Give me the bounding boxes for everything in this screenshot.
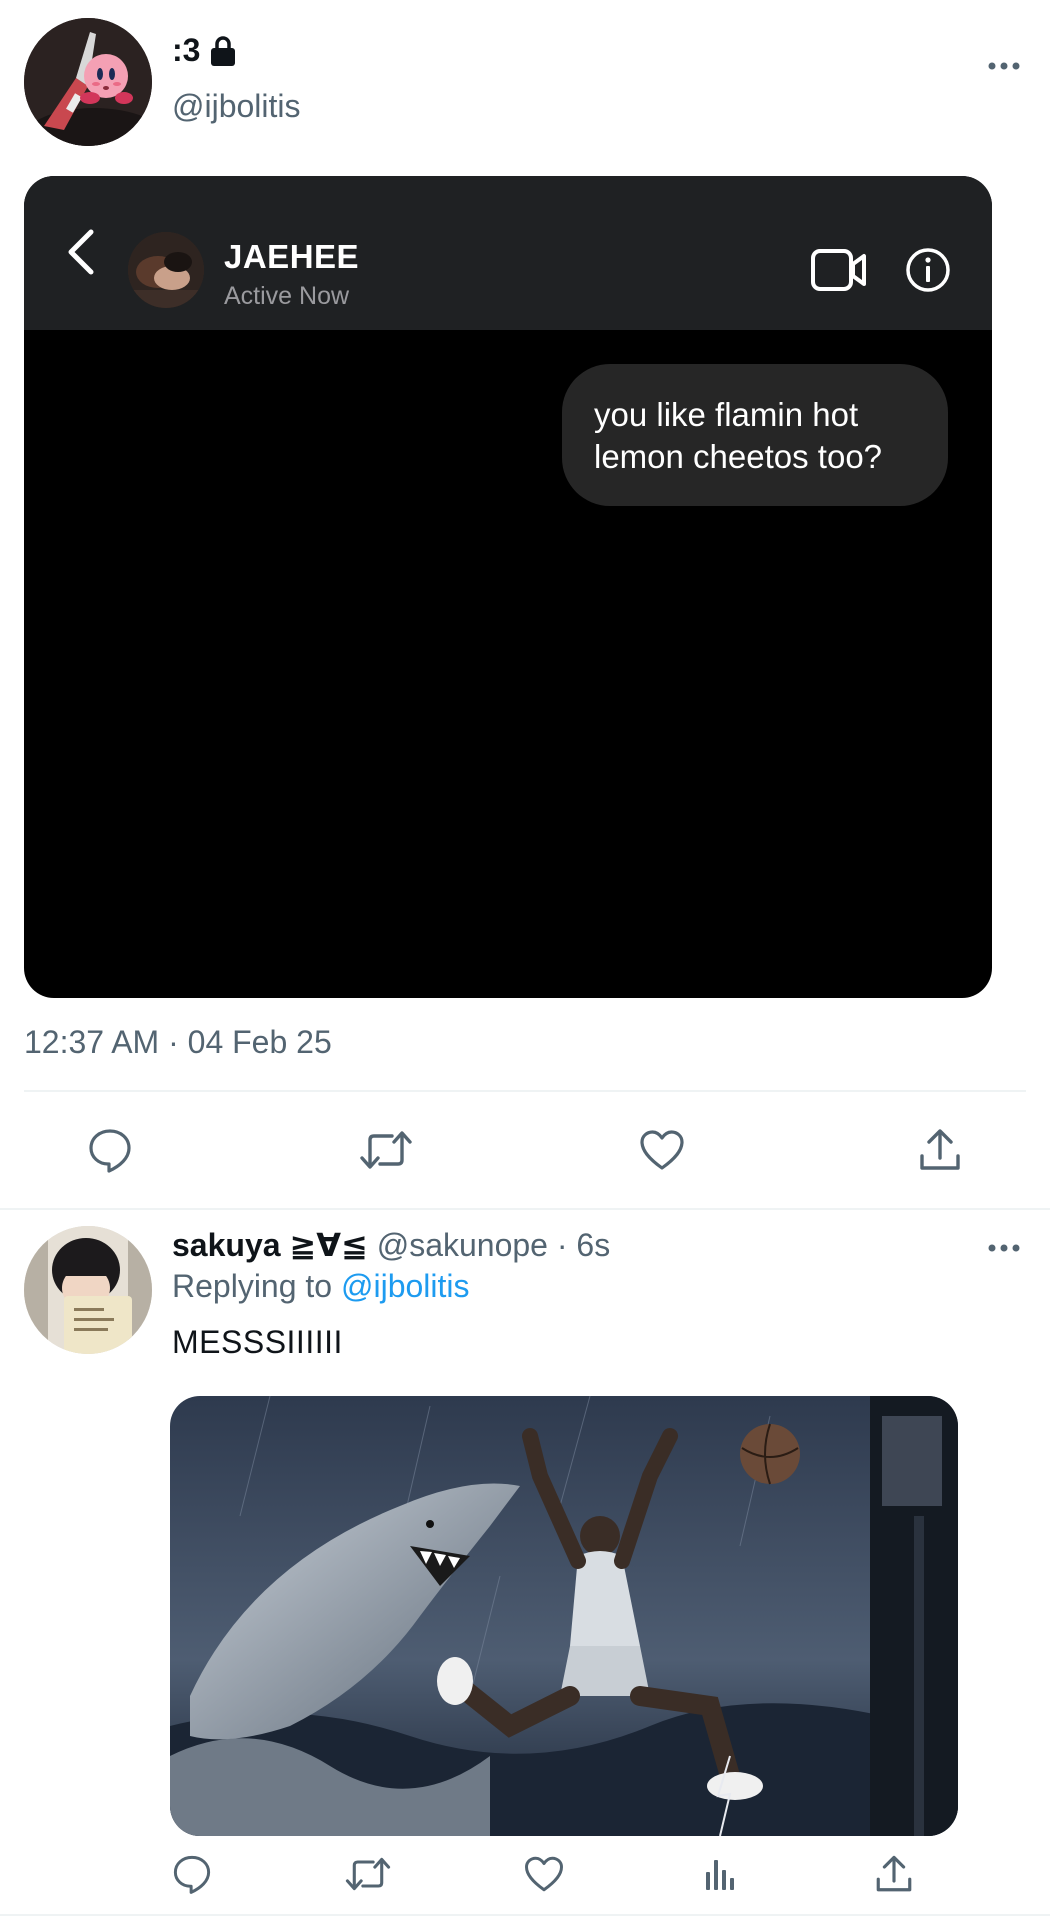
lock-icon bbox=[208, 35, 238, 67]
reply-action-bar bbox=[0, 1846, 1050, 1906]
reply-time[interactable]: 6s bbox=[576, 1227, 610, 1263]
share-button[interactable] bbox=[910, 1120, 970, 1180]
display-name-text: :3 bbox=[172, 32, 201, 68]
dm-contact-status: Active Now bbox=[224, 282, 350, 310]
heart-icon bbox=[523, 1854, 565, 1894]
reply-views-button[interactable] bbox=[692, 1846, 748, 1902]
reply-like-button[interactable] bbox=[516, 1846, 572, 1902]
reply-display-name[interactable]: sakuya ≧∀≦ bbox=[172, 1227, 368, 1263]
dm-message-bubble: you like flamin hot lemon cheetos too? bbox=[562, 364, 948, 506]
tweet-media[interactable]: JAEHEE Active Now you like flamin hot le… bbox=[24, 176, 992, 998]
reply-media-image[interactable] bbox=[170, 1396, 958, 1836]
analytics-icon bbox=[700, 1854, 740, 1894]
info-icon bbox=[904, 246, 952, 294]
dm-header: JAEHEE Active Now bbox=[24, 176, 992, 330]
share-icon bbox=[916, 1126, 964, 1174]
divider bbox=[0, 1208, 1050, 1210]
replying-to-handle[interactable]: @ijbolitis bbox=[341, 1268, 470, 1304]
dm-contact-name: JAEHEE bbox=[224, 238, 360, 275]
retweet-icon bbox=[358, 1126, 414, 1174]
dm-message-line: you like flamin hot bbox=[594, 396, 859, 433]
reply-separator: · bbox=[556, 1227, 568, 1263]
divider bbox=[0, 1914, 1050, 1916]
replying-to: Replying to @ijbolitis bbox=[172, 1268, 470, 1305]
dm-contact-avatar bbox=[128, 232, 204, 308]
like-button[interactable] bbox=[632, 1120, 692, 1180]
handle[interactable]: @ijbolitis bbox=[172, 88, 301, 125]
divider bbox=[24, 1090, 1026, 1092]
heart-icon bbox=[638, 1128, 686, 1172]
reply-reply-button[interactable] bbox=[164, 1846, 220, 1902]
retweet-button[interactable] bbox=[356, 1120, 416, 1180]
reply-header: sakuya ≧∀≦ @sakunope · 6s bbox=[172, 1226, 610, 1264]
dm-message-line: lemon cheetos too? bbox=[594, 438, 883, 475]
reply-handle[interactable]: @sakunope bbox=[377, 1227, 548, 1263]
replying-to-label: Replying to bbox=[172, 1268, 333, 1304]
video-camera-icon bbox=[810, 246, 868, 294]
reply-avatar[interactable] bbox=[24, 1226, 152, 1354]
tweet-timestamp[interactable]: 12:37 AM · 04 Feb 25 bbox=[24, 1024, 332, 1061]
share-icon bbox=[873, 1853, 915, 1895]
comment-icon bbox=[171, 1853, 213, 1895]
reply-share-button[interactable] bbox=[866, 1846, 922, 1902]
tweet-header: :3 @ijbolitis bbox=[24, 18, 1026, 148]
reply-retweet-button[interactable] bbox=[340, 1846, 396, 1902]
tweet-action-bar bbox=[0, 1120, 1050, 1190]
more-icon[interactable] bbox=[982, 1234, 1026, 1262]
retweet-icon bbox=[344, 1853, 392, 1895]
reply-button[interactable] bbox=[80, 1120, 140, 1180]
comment-icon bbox=[86, 1126, 134, 1174]
chevron-left-icon bbox=[58, 222, 102, 282]
reply-text: MESSSIIIIII bbox=[172, 1324, 343, 1360]
display-name[interactable]: :3 bbox=[172, 32, 238, 69]
avatar[interactable] bbox=[24, 18, 152, 146]
more-icon[interactable] bbox=[982, 52, 1026, 80]
